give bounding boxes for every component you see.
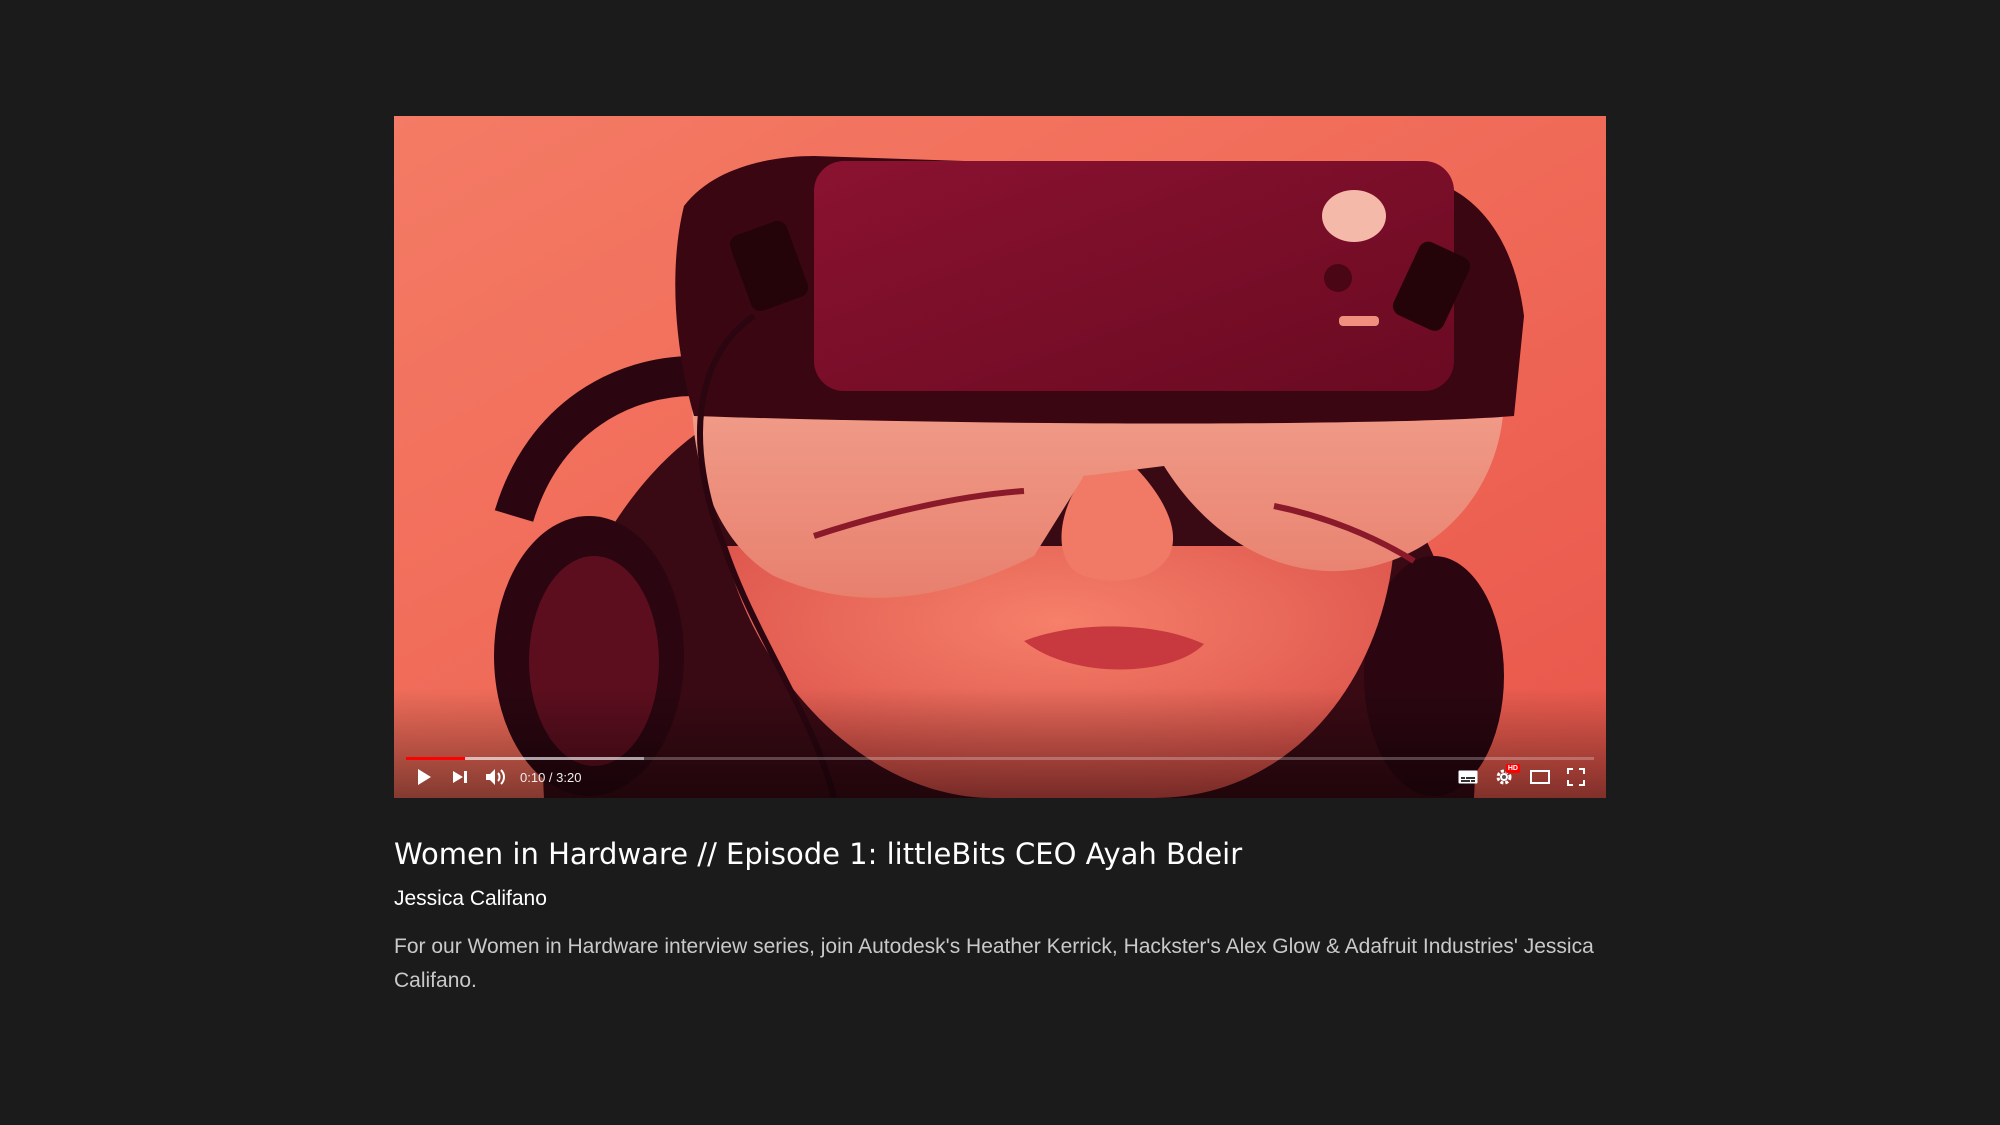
volume-icon — [486, 769, 505, 785]
next-icon — [453, 771, 467, 783]
subtitles-button[interactable] — [1450, 762, 1486, 792]
next-button[interactable] — [442, 762, 478, 792]
fullscreen-icon — [1567, 768, 1585, 786]
play-icon — [418, 769, 431, 785]
video-title: Women in Hardware // Episode 1: littleBi… — [394, 837, 1243, 871]
theater-mode-button[interactable] — [1522, 762, 1558, 792]
time-separator: / — [545, 769, 557, 785]
time-display: 0:10 / 3:20 — [520, 770, 581, 785]
duration: 3:20 — [556, 769, 582, 785]
control-bar: 0:10 / 3:20 HD — [406, 762, 1594, 792]
hd-badge: HD — [1505, 764, 1520, 773]
volume-button[interactable] — [478, 762, 514, 792]
theater-mode-icon — [1530, 770, 1550, 784]
fullscreen-button[interactable] — [1558, 762, 1594, 792]
play-button[interactable] — [406, 762, 442, 792]
subtitles-icon — [1458, 770, 1478, 784]
video-info: Women in Hardware // Episode 1: littleBi… — [394, 834, 1606, 998]
progress-bar[interactable] — [406, 757, 1594, 760]
video-description: For our Women in Hardware interview seri… — [394, 935, 1594, 992]
settings-button[interactable]: HD — [1486, 762, 1522, 792]
current-time: 0:10 — [520, 769, 546, 785]
page: 0:10 / 3:20 HD Women in Hardware // Epis… — [0, 0, 2000, 1125]
author-name: Jessica Califano — [394, 887, 547, 910]
video-player[interactable]: 0:10 / 3:20 HD — [394, 116, 1606, 798]
progress-played — [406, 757, 466, 760]
